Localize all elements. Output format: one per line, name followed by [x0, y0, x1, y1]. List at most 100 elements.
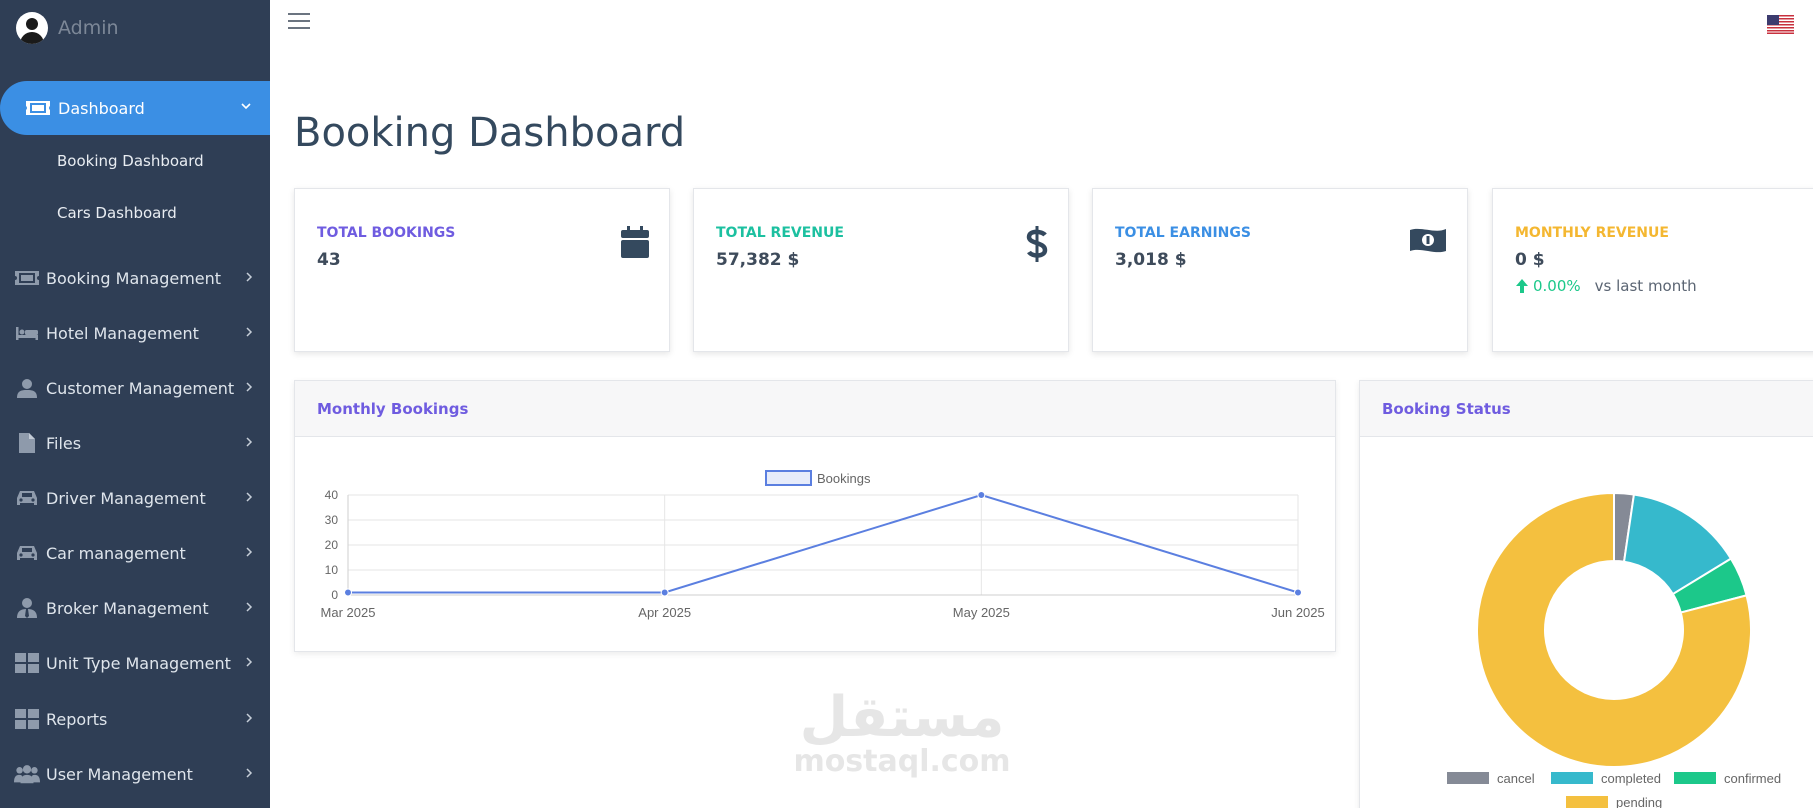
chevron-right-icon: [246, 327, 253, 337]
car-icon: [14, 487, 40, 509]
x-tick-label: Jun 2025: [1271, 605, 1325, 620]
y-tick-label: 40: [325, 488, 339, 502]
bed-icon: [14, 322, 40, 344]
grid-icon: [14, 652, 40, 674]
chevron-right-icon: [246, 602, 253, 612]
x-tick-label: Apr 2025: [638, 605, 691, 620]
sidebar-item-label: Reports: [46, 709, 108, 729]
sidebar-item-label: User Management: [46, 764, 193, 784]
brand[interactable]: Admin: [16, 12, 119, 44]
sidebar-subitem-booking-dashboard[interactable]: Booking Dashboard: [57, 152, 204, 170]
sidebar-item-label: Dashboard: [58, 98, 145, 118]
legend-swatch: [1674, 772, 1716, 784]
chevron-right-icon: [246, 768, 253, 778]
stat-value: 43: [317, 250, 341, 270]
sidebar-item-label: Broker Management: [46, 598, 209, 618]
chevron-right-icon: [246, 547, 253, 557]
y-tick-label: 10: [325, 563, 339, 577]
legend-label: confirmed: [1724, 771, 1781, 786]
sidebar-item-label: Driver Management: [46, 488, 206, 508]
chevron-down-icon: [241, 103, 251, 110]
sidebar-item-label: Booking Management: [46, 268, 222, 288]
ticket-icon: [14, 267, 40, 289]
legend-label: completed: [1601, 771, 1661, 786]
data-point[interactable]: [977, 491, 986, 499]
page-title: Booking Dashboard: [294, 110, 686, 156]
chevron-right-icon: [246, 272, 253, 282]
sidebar-item-customer-management[interactable]: Customer Management: [0, 368, 270, 408]
stat-label: MONTHLY REVENUE: [1515, 225, 1669, 241]
sidebar-item-label: Car management: [46, 543, 186, 563]
data-point[interactable]: [660, 588, 669, 597]
chevron-right-icon: [246, 713, 253, 723]
us-flag-icon[interactable]: [1767, 15, 1794, 34]
sidebar-item-booking-management[interactable]: Booking Management: [0, 258, 270, 298]
money-bill-icon: [1410, 228, 1446, 253]
legend-label: Bookings: [817, 471, 871, 486]
sidebar-item-hotel-management[interactable]: Hotel Management: [0, 313, 270, 353]
trend-indicator: 0.00% vs last month: [1515, 277, 1697, 295]
legend-swatch: [1447, 772, 1489, 784]
y-tick-label: 20: [325, 538, 339, 552]
data-point[interactable]: [1294, 588, 1302, 597]
trend-text: vs last month: [1594, 277, 1697, 295]
monthly-bookings-panel: Monthly Bookings 0 10 20 30 40 Mar 2025 Apr 20…: [294, 380, 1336, 652]
watermark: مستقل mostaql.com: [792, 685, 1012, 780]
grid-icon: [14, 708, 40, 730]
watermark-latin: mostaql.com: [793, 744, 1011, 779]
legend-swatch: [765, 470, 812, 486]
chevron-right-icon: [246, 437, 253, 447]
stat-card-total-earnings: TOTAL EARNINGS 3,018 $: [1092, 188, 1468, 352]
user-tie-icon: [14, 597, 40, 619]
x-tick-label: May 2025: [953, 605, 1010, 620]
chevron-right-icon: [246, 382, 253, 392]
sidebar-item-files[interactable]: Files: [0, 423, 270, 463]
legend-swatch: [1551, 772, 1593, 784]
chevron-right-icon: [246, 492, 253, 502]
sidebar-subitem-cars-dashboard[interactable]: Cars Dashboard: [57, 204, 177, 222]
trend-percent: 0.00%: [1533, 277, 1581, 295]
calendar-icon: [621, 226, 649, 258]
sidebar-item-user-management[interactable]: User Management: [0, 754, 270, 794]
chevron-right-icon: [246, 657, 253, 667]
sidebar-item-label: Hotel Management: [46, 323, 199, 343]
panel-title: Booking Status: [1360, 381, 1813, 437]
stat-value: 3,018 $: [1115, 250, 1187, 270]
data-point[interactable]: [344, 588, 352, 597]
sidebar-item-broker-management[interactable]: Broker Management: [0, 588, 270, 628]
stat-label: TOTAL BOOKINGS: [317, 225, 456, 241]
stat-card-total-revenue: TOTAL REVENUE 57,382 $: [693, 188, 1069, 352]
sidebar-item-label: Files: [46, 433, 82, 453]
stat-card-total-bookings: TOTAL BOOKINGS 43: [294, 188, 670, 352]
y-tick-label: 0: [331, 588, 338, 602]
panel-title: Monthly Bookings: [295, 381, 1335, 437]
sidebar-item-car-management[interactable]: Car management: [0, 533, 270, 573]
dollar-icon: [1026, 226, 1048, 262]
monthly-bookings-chart: 0 10 20 30 40 Mar 2025 Apr 2025 May 2025 Jun 202…: [321, 470, 1325, 620]
sidebar-item-unit-type-management[interactable]: Unit Type Management: [0, 643, 270, 683]
legend-label: pending: [1616, 795, 1662, 808]
sidebar-item-driver-management[interactable]: Driver Management: [0, 478, 270, 518]
user-icon: [14, 377, 40, 399]
car-icon: [14, 542, 40, 564]
booking-status-panel: Booking Status cancel completed confirmed p…: [1359, 380, 1813, 808]
stat-value: 0 $: [1515, 250, 1545, 270]
x-tick-label: Mar 2025: [321, 605, 376, 620]
watermark-arabic: مستقل: [799, 685, 1005, 750]
stat-label: TOTAL EARNINGS: [1115, 225, 1251, 241]
file-icon: [14, 432, 40, 454]
avatar: [16, 12, 48, 44]
stat-value: 57,382 $: [716, 250, 800, 270]
legend-swatch: [1566, 796, 1608, 808]
sidebar-item-label: Customer Management: [46, 378, 235, 398]
booking-status-chart: cancel completed confirmed pending: [1447, 491, 1781, 808]
stat-card-monthly-revenue: MONTHLY REVENUE 0 $ 0.00% vs last month: [1492, 188, 1813, 352]
users-icon: [14, 763, 40, 785]
ticket-icon: [26, 101, 50, 115]
y-tick-label: 30: [325, 513, 339, 527]
legend-label: cancel: [1497, 771, 1535, 786]
sidebar-item-reports[interactable]: Reports: [0, 699, 270, 739]
sidebar-item-dashboard[interactable]: Dashboard: [0, 81, 270, 135]
sidebar-item-label: Unit Type Management: [46, 653, 231, 673]
hamburger-menu-button[interactable]: [288, 13, 310, 31]
